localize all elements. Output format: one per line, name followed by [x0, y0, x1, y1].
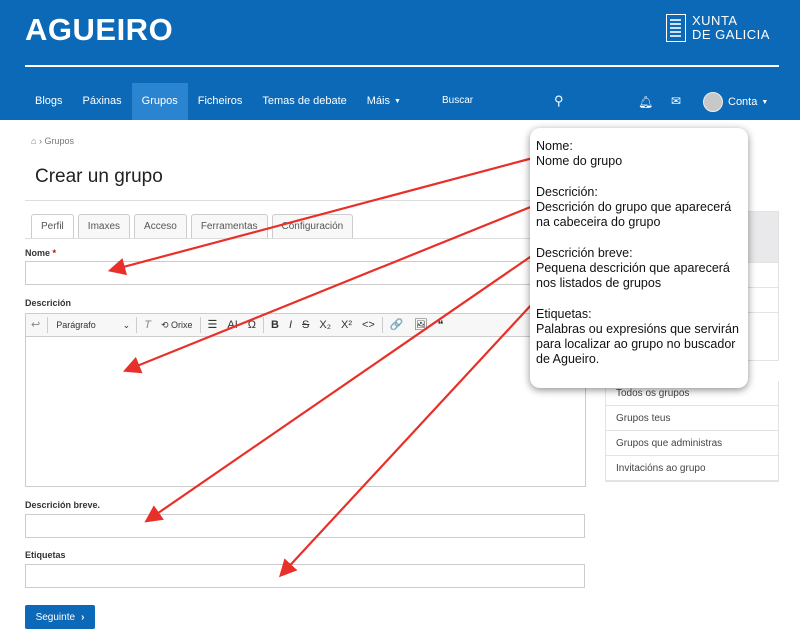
next-button[interactable]: Seguinte › [25, 605, 95, 629]
brief-description-label: Descrición breve. [25, 500, 101, 510]
tab-ferramentas[interactable]: Ferramentas [190, 214, 268, 238]
tab-acceso[interactable]: Acceso [134, 214, 187, 238]
sidebar-item-grupos-teus[interactable]: Grupos teus [606, 406, 778, 431]
superscript-icon[interactable]: X² [336, 314, 357, 336]
description-editor: ↩ Parágrafo ⌄ T ⟲ Orixe ☰ AI Ω B I S X₂ X… [25, 313, 586, 487]
tags-field[interactable] [25, 564, 585, 588]
source-icon: ⟲ [160, 320, 171, 330]
callout-entry-name: Nome: Nome do grupo [536, 139, 742, 169]
xunta-shield-icon [666, 14, 686, 42]
breadcrumb: ⌂ › Grupos [31, 136, 74, 146]
search-input[interactable]: Buscar [442, 95, 473, 106]
callout-title: Etiquetas: [536, 307, 592, 321]
tab-configuracion[interactable]: Configuración [271, 214, 354, 238]
chevron-right-icon: › [81, 611, 85, 623]
subscript-icon[interactable]: X₂ [314, 314, 336, 336]
next-button-label: Seguinte [35, 611, 76, 623]
code-icon[interactable]: <> [357, 314, 380, 336]
header-divider [25, 65, 779, 67]
chevron-down-icon: ⌄ [122, 320, 131, 330]
envelope-icon[interactable]: ✉ [671, 94, 681, 108]
quote-icon[interactable]: ❝ [433, 314, 449, 336]
tab-imaxes[interactable]: Imaxes [77, 214, 131, 238]
bold-icon[interactable]: B [266, 314, 284, 336]
source-label: Orixe [171, 320, 193, 330]
callout-entry-description: Descrición: Descrición do grupo que apare… [536, 185, 742, 230]
toolbar-separator [47, 317, 49, 333]
align-icon[interactable]: ☰ [203, 314, 223, 336]
site-title[interactable]: AGUEIRO [25, 12, 173, 48]
callout-entry-brief-description: Descrición breve: Pequena descrición que … [536, 246, 742, 291]
required-mark: * [52, 248, 57, 258]
xunta-logo-text: XUNTA DE GALICIA [692, 14, 770, 42]
link-icon[interactable]: 🔗 [385, 314, 409, 336]
tabs-divider [25, 238, 585, 239]
bell-icon[interactable]: 🔔︎ [638, 95, 653, 109]
font-size-icon[interactable]: AI [222, 314, 242, 336]
site-header: AGUEIRO XUNTA DE GALICIA Blogs Páxinas G… [0, 0, 800, 120]
chevron-down-icon: ▼ [761, 98, 769, 106]
format-select[interactable]: Parágrafo ⌄ [50, 314, 134, 336]
logo-line-1: XUNTA [692, 13, 738, 28]
logo-line-2: DE GALICIA [692, 27, 770, 42]
name-label: Nome * [25, 248, 56, 258]
nav-paxinas[interactable]: Páxinas [73, 83, 132, 120]
brief-description-field[interactable] [25, 514, 585, 538]
chevron-down-icon: ▼ [394, 98, 401, 105]
sidebar-item-invitacions-ao-grupo[interactable]: Invitacións ao grupo [606, 456, 778, 481]
callout-text: Nome do grupo [536, 154, 623, 168]
nav-mais[interactable]: Máis ▼ [357, 83, 411, 120]
callout-entry-tags: Etiquetas: Palabras ou expresións que ser… [536, 307, 742, 367]
tags-label: Etiquetas [25, 550, 66, 560]
tab-bar: Perfil Imaxes Acceso Ferramentas Configu… [31, 214, 357, 238]
callout-title: Descrición: [536, 185, 598, 199]
italic-icon[interactable]: I [284, 314, 297, 336]
clear-format-icon[interactable]: T [139, 314, 156, 336]
description-label: Descrición [25, 298, 72, 308]
callout-text: Pequena descrición que aparecerá nos lis… [536, 261, 730, 290]
special-char-icon[interactable]: Ω [243, 314, 261, 336]
source-button[interactable]: ⟲ Orixe [156, 314, 198, 336]
callout-text: Palabras ou expresións que servirán para… [536, 322, 739, 366]
callout-title: Nome: [536, 139, 573, 153]
nav-blogs[interactable]: Blogs [25, 83, 73, 120]
name-label-text: Nome [25, 248, 51, 258]
main-nav: Blogs Páxinas Grupos Ficheiros Temas de … [25, 83, 411, 120]
groups-sidebar-menu: Todos os grupos Grupos teus Grupos que a… [605, 381, 779, 482]
undo-icon[interactable]: ↩ [26, 314, 45, 336]
toolbar-separator [381, 317, 383, 333]
nav-ficheiros[interactable]: Ficheiros [188, 83, 253, 120]
tab-perfil[interactable]: Perfil [31, 214, 74, 238]
sidebar-item-grupos-que-administras[interactable]: Grupos que administras [606, 431, 778, 456]
page-title: Crear un grupo [35, 166, 163, 187]
search-box[interactable]: Buscar ⚲ [436, 89, 576, 113]
home-icon[interactable]: ⌂ [31, 136, 36, 146]
nav-grupos[interactable]: Grupos [131, 83, 188, 120]
avatar [703, 92, 723, 112]
toolbar-separator [136, 317, 138, 333]
account-menu[interactable]: Conta ▼ [703, 92, 768, 112]
help-callout: Nome: Nome do grupo Descrición: Descrición… [530, 128, 748, 388]
image-icon[interactable]: 🖼 [409, 314, 433, 336]
nav-temas-de-debate[interactable]: Temas de debate [252, 83, 356, 120]
callout-text: Descrición do grupo que aparecerá na cab… [536, 200, 732, 229]
toolbar-separator [263, 317, 265, 333]
xunta-logo[interactable]: XUNTA DE GALICIA [666, 14, 770, 42]
account-label: Conta [728, 96, 758, 108]
name-field[interactable] [25, 261, 585, 285]
breadcrumb-grupos[interactable]: Grupos [44, 136, 74, 146]
editor-toolbar: ↩ Parágrafo ⌄ T ⟲ Orixe ☰ AI Ω B I S X₂ X… [26, 314, 585, 337]
strikethrough-icon[interactable]: S [297, 314, 314, 336]
toolbar-separator [199, 317, 201, 333]
callout-title: Descrición breve: [536, 246, 633, 260]
search-icon[interactable]: ⚲ [554, 93, 564, 109]
format-select-value: Parágrafo [56, 320, 96, 330]
title-divider [25, 200, 585, 201]
nav-mais-label: Máis [366, 95, 390, 107]
